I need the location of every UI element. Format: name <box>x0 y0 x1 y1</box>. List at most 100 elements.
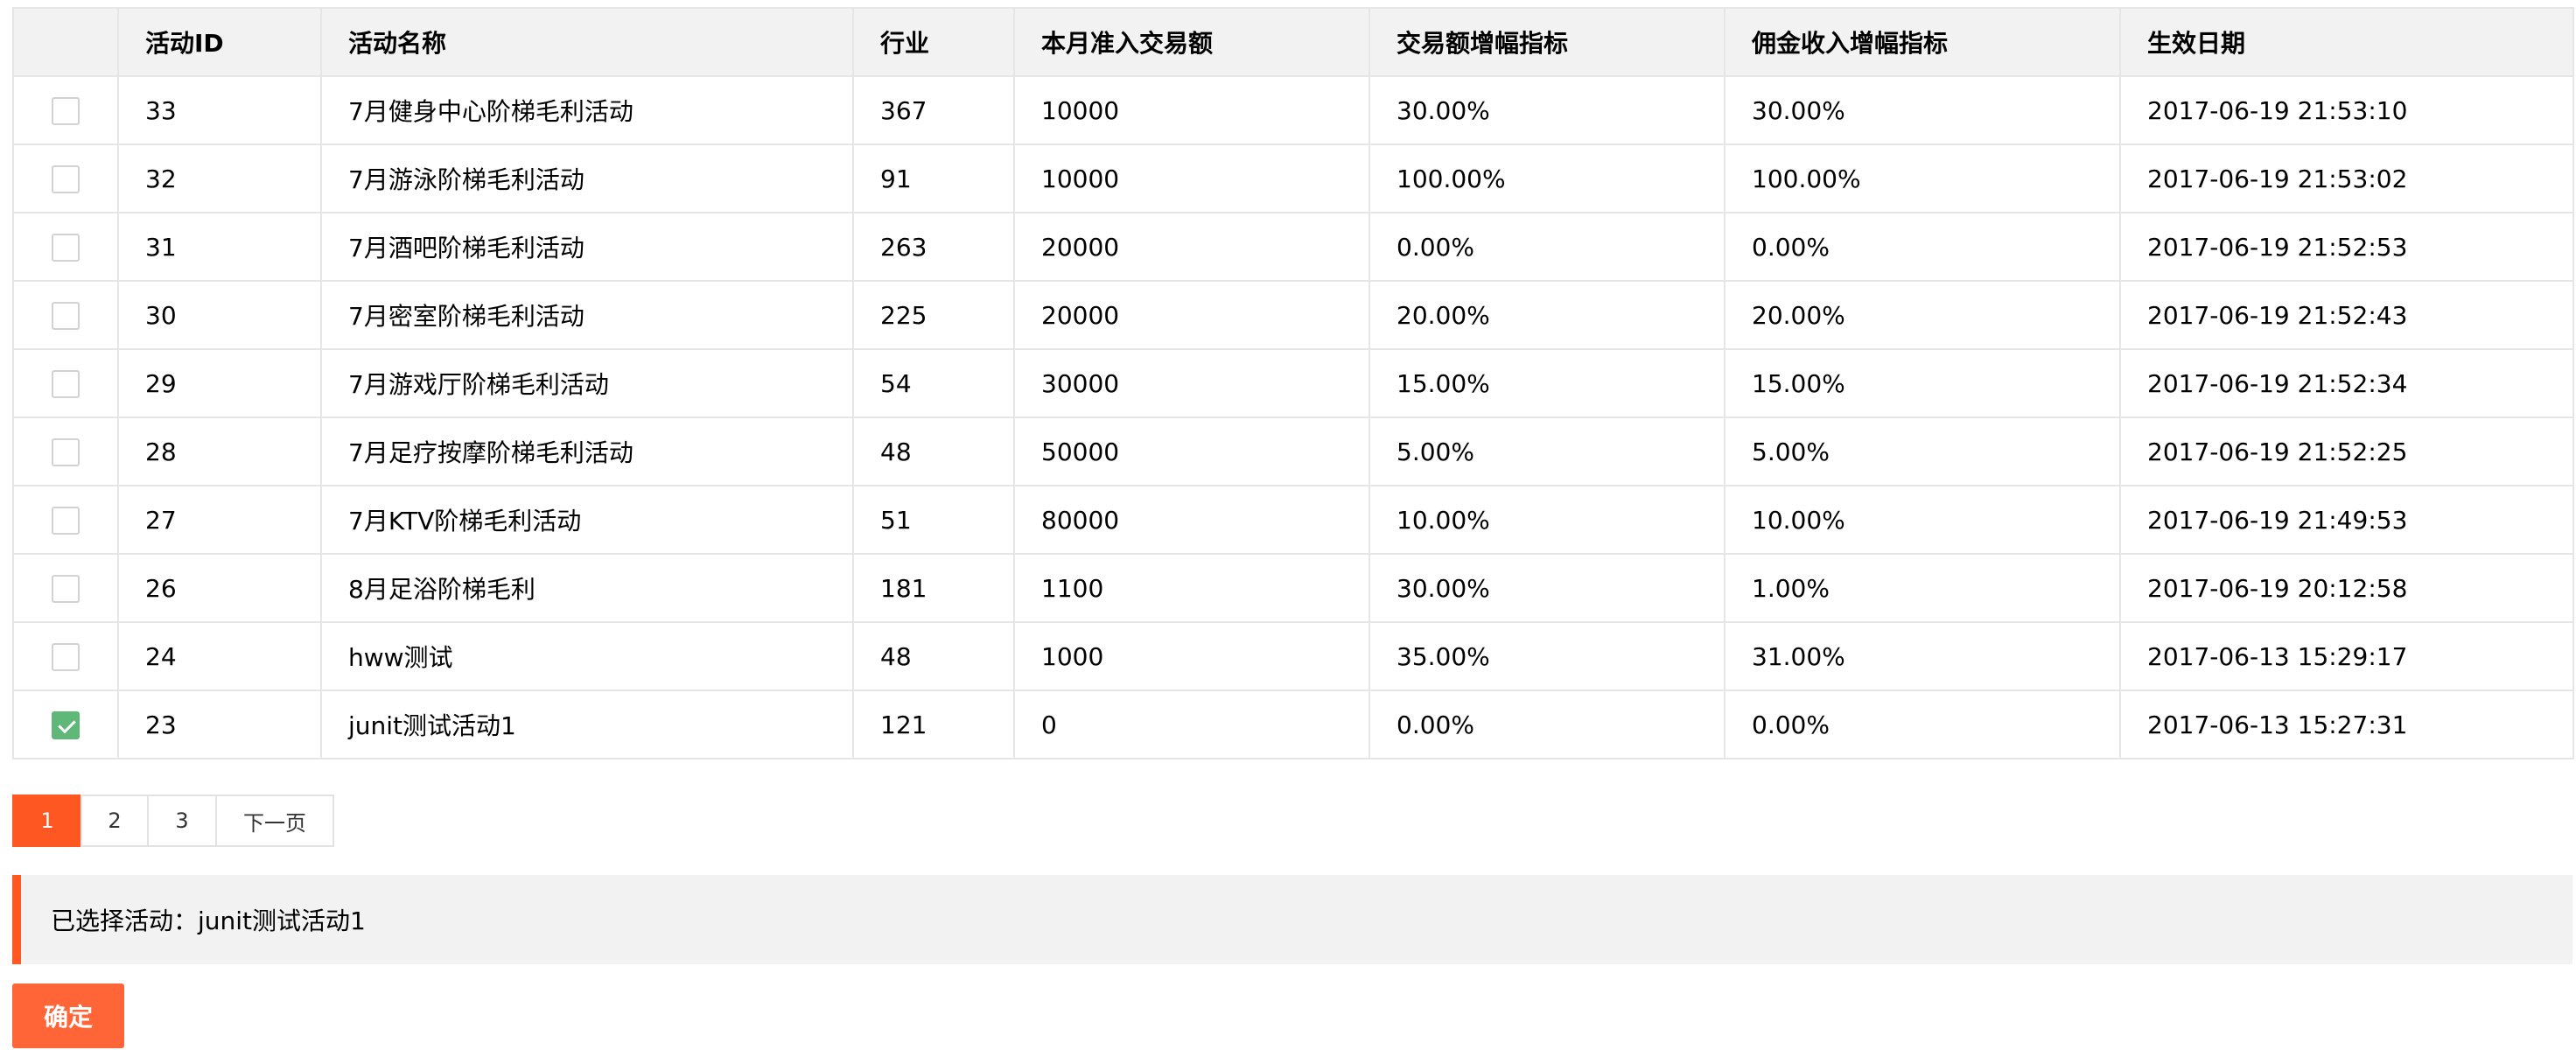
cell-volume-growth: 35.00% <box>1368 621 1726 691</box>
cell-id: 23 <box>117 690 322 760</box>
page-2-link[interactable]: 2 <box>80 794 149 847</box>
cell-id: 26 <box>117 553 322 623</box>
cell-effective-date: 2017-06-19 21:52:34 <box>2119 348 2574 418</box>
cell-volume-growth: 5.00% <box>1368 416 1726 486</box>
activity-table-container: 活动ID 活动名称 行业 本月准入交易额 交易额增幅指标 佣金收入增幅指标 生效… <box>12 7 2574 760</box>
row-checkbox[interactable] <box>52 165 80 193</box>
cell-commission-growth: 100.00% <box>1724 144 2121 214</box>
cell-id: 30 <box>117 280 322 350</box>
table-header-row: 活动ID 活动名称 行业 本月准入交易额 交易额增幅指标 佣金收入增幅指标 生效… <box>12 7 2574 77</box>
cell-volume-growth: 0.00% <box>1368 690 1726 760</box>
cell-industry: 263 <box>852 212 1015 282</box>
cell-monthly-volume: 50000 <box>1013 416 1370 486</box>
cell-industry: 48 <box>852 621 1015 691</box>
cell-commission-growth: 0.00% <box>1724 690 2121 760</box>
cell-id: 28 <box>117 416 322 486</box>
column-header-commission-growth: 佣金收入增幅指标 <box>1724 7 2121 77</box>
row-checkbox-cell <box>12 348 119 418</box>
table-row[interactable]: 29 7月游戏厅阶梯毛利活动 54 30000 15.00% 15.00% 2017-06-… <box>12 348 2574 418</box>
column-header-name: 活动名称 <box>320 7 854 77</box>
table-row[interactable]: 32 7月游泳阶梯毛利活动 91 10000 100.00% 100.00% 2017-06… <box>12 144 2574 214</box>
cell-name: 7月酒吧阶梯毛利活动 <box>320 212 854 282</box>
confirm-button[interactable]: 确定 <box>12 984 124 1048</box>
cell-monthly-volume: 20000 <box>1013 212 1370 282</box>
cell-commission-growth: 31.00% <box>1724 621 2121 691</box>
activity-table: 活动ID 活动名称 行业 本月准入交易额 交易额增幅指标 佣金收入增幅指标 生效… <box>12 7 2574 760</box>
table-row[interactable]: 33 7月健身中心阶梯毛利活动 367 10000 30.00% 30.00% 2017-0… <box>12 75 2574 145</box>
row-checkbox-cell <box>12 621 119 691</box>
cell-industry: 48 <box>852 416 1015 486</box>
check-icon <box>58 715 76 734</box>
cell-industry: 121 <box>852 690 1015 760</box>
cell-industry: 54 <box>852 348 1015 418</box>
next-page-link[interactable]: 下一页 <box>215 794 334 847</box>
cell-commission-growth: 30.00% <box>1724 75 2121 145</box>
row-checkbox-cell <box>12 280 119 350</box>
row-checkbox-cell <box>12 212 119 282</box>
page-1-link[interactable]: 1 <box>12 794 82 847</box>
row-checkbox[interactable] <box>52 643 80 671</box>
column-header-effective-date: 生效日期 <box>2119 7 2574 77</box>
table-row[interactable]: 24 hww测试 48 1000 35.00% 31.00% 2017-06-13 15:2… <box>12 621 2574 691</box>
cell-effective-date: 2017-06-19 21:49:53 <box>2119 485 2574 555</box>
cell-name: 7月健身中心阶梯毛利活动 <box>320 75 854 145</box>
row-checkbox-cell <box>12 485 119 555</box>
row-checkbox[interactable] <box>52 234 80 262</box>
cell-commission-growth: 0.00% <box>1724 212 2121 282</box>
cell-industry: 225 <box>852 280 1015 350</box>
cell-name: junit测试活动1 <box>320 690 854 760</box>
pagination: 1 2 3 下一页 <box>12 794 334 847</box>
table-row[interactable]: 27 7月KTV阶梯毛利活动 51 80000 10.00% 10.00% 2017-06-… <box>12 485 2574 555</box>
cell-effective-date: 2017-06-19 21:53:02 <box>2119 144 2574 214</box>
cell-name: 7月密室阶梯毛利活动 <box>320 280 854 350</box>
page-3-link[interactable]: 3 <box>147 794 217 847</box>
selected-activity-text: 已选择活动：junit测试活动1 <box>51 906 366 935</box>
cell-volume-growth: 20.00% <box>1368 280 1726 350</box>
cell-volume-growth: 30.00% <box>1368 75 1726 145</box>
table-row[interactable]: 23 junit测试活动1 121 0 0.00% 0.00% 2017-06-13 15:… <box>12 690 2574 760</box>
cell-commission-growth: 5.00% <box>1724 416 2121 486</box>
cell-monthly-volume: 20000 <box>1013 280 1370 350</box>
cell-name: hww测试 <box>320 621 854 691</box>
cell-effective-date: 2017-06-13 15:27:31 <box>2119 690 2574 760</box>
cell-effective-date: 2017-06-19 21:52:53 <box>2119 212 2574 282</box>
cell-volume-growth: 10.00% <box>1368 485 1726 555</box>
column-header-id: 活动ID <box>117 7 322 77</box>
row-checkbox-cell <box>12 75 119 145</box>
cell-effective-date: 2017-06-19 21:52:43 <box>2119 280 2574 350</box>
row-checkbox[interactable] <box>52 370 80 398</box>
cell-id: 24 <box>117 621 322 691</box>
cell-commission-growth: 20.00% <box>1724 280 2121 350</box>
table-row[interactable]: 31 7月酒吧阶梯毛利活动 263 20000 0.00% 0.00% 2017-06-19… <box>12 212 2574 282</box>
cell-name: 7月游泳阶梯毛利活动 <box>320 144 854 214</box>
cell-monthly-volume: 80000 <box>1013 485 1370 555</box>
row-checkbox[interactable] <box>52 575 80 603</box>
cell-volume-growth: 0.00% <box>1368 212 1726 282</box>
cell-name: 7月KTV阶梯毛利活动 <box>320 485 854 555</box>
column-header-monthly-volume: 本月准入交易额 <box>1013 7 1370 77</box>
cell-monthly-volume: 10000 <box>1013 75 1370 145</box>
cell-monthly-volume: 1000 <box>1013 621 1370 691</box>
row-checkbox[interactable] <box>52 711 80 739</box>
row-checkbox[interactable] <box>52 507 80 535</box>
cell-id: 31 <box>117 212 322 282</box>
cell-industry: 91 <box>852 144 1015 214</box>
row-checkbox[interactable] <box>52 438 80 466</box>
cell-id: 29 <box>117 348 322 418</box>
cell-commission-growth: 1.00% <box>1724 553 2121 623</box>
column-header-industry: 行业 <box>852 7 1015 77</box>
cell-monthly-volume: 30000 <box>1013 348 1370 418</box>
cell-name: 8月足浴阶梯毛利 <box>320 553 854 623</box>
cell-industry: 51 <box>852 485 1015 555</box>
table-row[interactable]: 26 8月足浴阶梯毛利 181 1100 30.00% 1.00% 2017-06-19 2… <box>12 553 2574 623</box>
cell-volume-growth: 30.00% <box>1368 553 1726 623</box>
cell-volume-growth: 15.00% <box>1368 348 1726 418</box>
column-header-volume-growth: 交易额增幅指标 <box>1368 7 1726 77</box>
row-checkbox[interactable] <box>52 302 80 330</box>
cell-id: 32 <box>117 144 322 214</box>
row-checkbox[interactable] <box>52 97 80 125</box>
table-row[interactable]: 28 7月足疗按摩阶梯毛利活动 48 50000 5.00% 5.00% 2017-06-1… <box>12 416 2574 486</box>
cell-id: 27 <box>117 485 322 555</box>
row-checkbox-cell <box>12 690 119 760</box>
table-row[interactable]: 30 7月密室阶梯毛利活动 225 20000 20.00% 20.00% 2017-06-… <box>12 280 2574 350</box>
